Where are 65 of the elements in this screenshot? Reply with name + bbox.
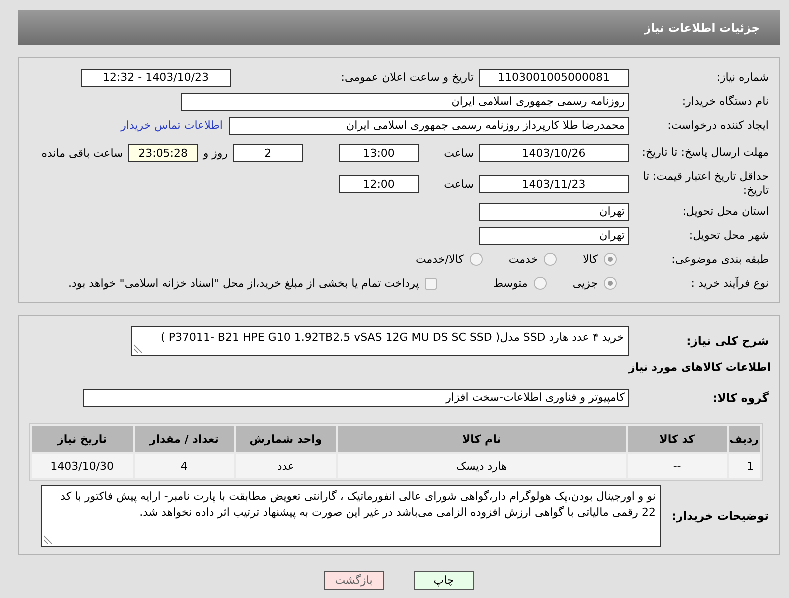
table-cell: 4 <box>134 454 234 478</box>
validity-date-field[interactable]: 1403/11/23 <box>479 175 629 193</box>
field-label: ساعت <box>443 146 475 160</box>
field-label: ساعت باقی مانده <box>40 146 124 160</box>
requester-field[interactable]: محمدرضا طلا کارپرداز روزنامه رسمی جمهوری اسلامی ایران <box>229 116 629 134</box>
table-cell: عدد <box>236 454 336 478</box>
buyer-org-field[interactable]: روزنامه رسمی جمهوری اسلامی ایران <box>181 92 629 110</box>
province-field[interactable]: تهران <box>479 202 629 220</box>
option-label: جزیی <box>572 277 598 290</box>
field-label: ایجاد کننده درخواست: <box>666 118 770 132</box>
column-header: واحد شمارش <box>236 426 336 452</box>
validity-time-field[interactable]: 12:00 <box>339 175 420 193</box>
resize-grip-icon[interactable] <box>44 535 53 544</box>
buyer-notes-text: نو و اورجینال بودن،پک هولوگرام دار،گواهی شورای عالی انفورماتیک ، گارانتی تعویض مطابقت با پارت نامبر- ارایه پیش فاکتور با کد 22 رقمی مالیاتی با گواهی ارزش افزوده الزامی می‌باشد در غیر این صورت به پیشنهاد ترتیب اثر داده نخواهد شد. <box>60 490 656 519</box>
radio-button[interactable] <box>544 253 558 266</box>
field-label: گروه کالا: <box>712 390 770 404</box>
payment-note: پرداخت تمام یا بخشی از مبلغ خرید،از محل "اسناد خزانه اسلامی" خواهد بود. <box>68 277 420 290</box>
option-label: متوسط <box>493 277 528 290</box>
field-label: نوع فرآیند خرید : <box>690 276 770 290</box>
announce-date-field[interactable]: 1403/10/23 - 12:32 <box>81 68 231 86</box>
need-number-field[interactable]: 1103001005000081 <box>479 68 629 86</box>
checkbox[interactable] <box>425 278 438 290</box>
radio-button[interactable] <box>534 277 547 290</box>
column-header: تاریخ نیاز <box>32 426 133 452</box>
deadline-time-field[interactable]: 13:00 <box>339 144 420 162</box>
field-label: شرح کلی نیاز: <box>686 334 770 348</box>
radio-button[interactable] <box>604 277 617 290</box>
summary-text: خرید ۴ عدد هارد SSD مدل( P37011- B21 HPE G10 1.92TB2.5 vSAS 12G MU DS SC SSD ) <box>161 331 624 344</box>
option-label: کالا <box>583 253 598 266</box>
section-title: اطلاعات کالاهای مورد نیاز <box>628 360 772 376</box>
page-header: جزئیات اطلاعات نیاز <box>18 10 780 45</box>
summary-field[interactable]: خرید ۴ عدد هارد SSD مدل( P37011- B21 HPE G10 1.92TB2.5 vSAS 12G MU DS SC SSD ) <box>131 326 629 356</box>
option-label: خدمت <box>508 253 538 266</box>
field-label: نام دستگاه خریدار: <box>681 94 770 108</box>
column-header: ردیف <box>728 426 760 452</box>
field-label: روز و <box>202 146 230 160</box>
days-field[interactable]: 2 <box>233 144 304 162</box>
field-label: ساعت <box>443 178 475 190</box>
field-label: شماره نیاز: <box>716 70 770 84</box>
column-header: کد کالا <box>628 426 727 452</box>
goods-group-field[interactable]: کامپیوتر و فناوری اطلاعات-سخت افزار <box>83 388 629 406</box>
table-cell: هارد دیسک <box>338 454 626 478</box>
table-cell: -- <box>628 454 727 478</box>
field-label: مهلت ارسال پاسخ: تا تاریخ: <box>641 146 770 160</box>
field-label: تاریخ و ساعت اعلان عمومی: <box>340 71 475 84</box>
table-cell: 1403/10/30 <box>32 454 133 478</box>
table-cell: 1 <box>728 454 760 478</box>
option-label: کالا/خدمت <box>416 253 464 266</box>
field-label: طبقه بندی موضوعی: <box>670 252 770 266</box>
column-header: تعداد / مقدار <box>134 426 234 452</box>
field-label: حداقل تاریخ اعتبار قیمت: تا تاریخ: <box>642 170 770 198</box>
field-label: توضیحات خریدار: <box>670 509 770 523</box>
buyer-notes-field[interactable] <box>41 485 661 547</box>
field-label: استان محل تحویل: <box>682 204 770 218</box>
back-button[interactable]: بازگشت <box>324 571 384 590</box>
contact-link[interactable]: اطلاعات تماس خریدار <box>121 119 229 132</box>
radio-button[interactable] <box>604 253 617 266</box>
radio-button[interactable] <box>470 253 483 266</box>
resize-grip-icon[interactable] <box>134 344 143 353</box>
remaining-time-field[interactable]: 23:05:28 <box>128 144 198 162</box>
field-label: شهر محل تحویل: <box>688 228 770 242</box>
city-field[interactable]: تهران <box>479 226 629 244</box>
deadline-date-field[interactable]: 1403/10/26 <box>479 144 629 162</box>
column-header: نام کالا <box>338 426 626 452</box>
print-button[interactable]: چاپ <box>414 571 474 590</box>
